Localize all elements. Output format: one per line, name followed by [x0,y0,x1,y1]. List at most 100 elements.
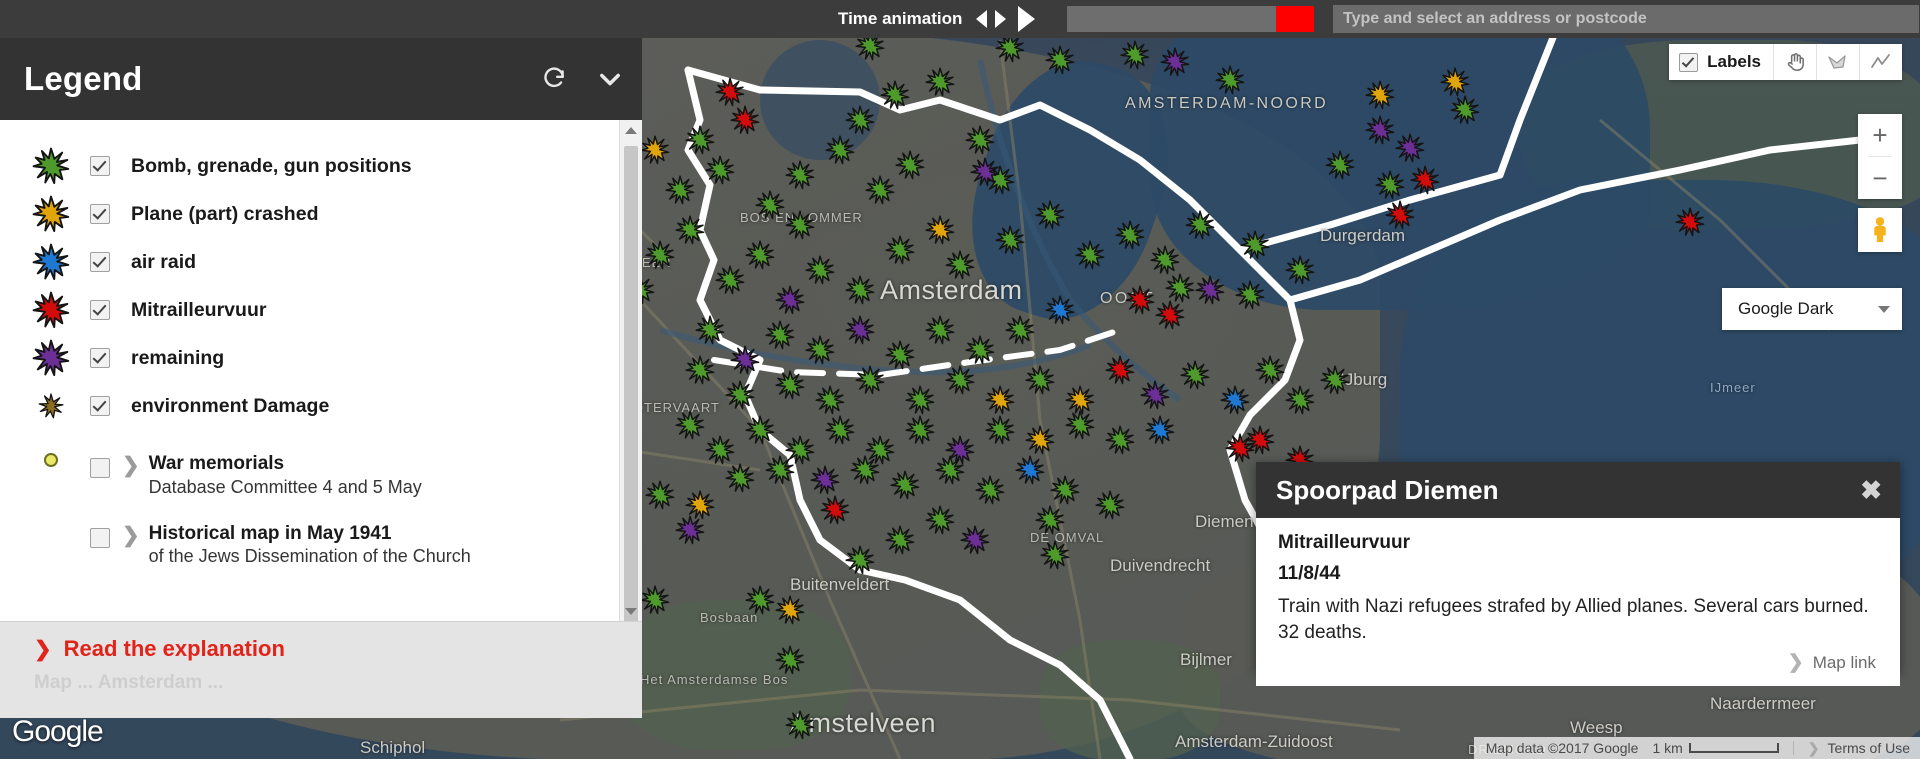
legend-sub-item-title: War memorials [148,453,285,474]
terms-of-use-label: Terms of Use [1827,740,1910,756]
timeline-slider-handle[interactable] [1276,6,1314,32]
legend-item-checkbox[interactable] [90,252,110,272]
star-burst-icon [28,195,74,233]
legend-item-label: remaining [131,346,225,369]
chevron-right-icon: ❯ [34,637,52,661]
close-icon[interactable]: ✖ [1860,477,1882,503]
refresh-icon[interactable] [542,66,568,92]
legend-sub-item-checkbox[interactable] [90,458,110,478]
time-animation-controls: Time animation [838,0,1036,38]
zoom-in-button[interactable]: + [1858,114,1902,156]
labels-toggle[interactable]: Labels [1669,44,1773,80]
map-park-area [620,600,850,750]
legend-item-row[interactable]: Mitrailleurvuur [0,286,620,334]
legend-scrollbar[interactable] [619,120,642,621]
chevron-right-icon[interactable]: ❯ [122,455,140,476]
search-input[interactable] [1333,5,1919,33]
map-tools-toolbar: Labels [1669,44,1902,80]
legend-sub-item-row[interactable]: ❯ War memorials Database Committee 4 and 5… [0,452,620,500]
legend-item-label: environment Damage [131,394,330,417]
legend-sub-item-description: of the Jews Dissemination of the Church [148,546,471,567]
polygon-draw-icon[interactable] [1816,44,1859,80]
legend-item-label: Plane (part) crashed [131,202,319,225]
popup-body: Mitrailleurvuur 11/8/44 Train with Nazi … [1256,518,1900,686]
chevron-down-icon [1878,305,1890,313]
legend-sub-item-description: Database Committee 4 and 5 May [148,476,422,497]
legend-item-row[interactable]: Bomb, grenade, gun positions [0,142,620,190]
read-explanation-label: Read the explanation [63,636,285,661]
legend-item-checkbox[interactable] [90,396,110,416]
divider [1792,741,1794,755]
labels-label: Labels [1707,52,1761,71]
star-burst-icon [28,243,74,281]
chevron-right-icon: ❯ [1787,652,1804,673]
legend-panel: Legend Bomb, grenade, gun positions Plane [0,38,642,718]
line-draw-icon[interactable] [1859,44,1902,80]
popup-category: Mitrailleurvuur [1278,532,1410,553]
map-park-area [1040,640,1220,759]
map-scale-bar: 1 km [1652,740,1779,756]
legend-item-row[interactable]: Plane (part) crashed [0,190,620,238]
triangle-right-icon[interactable] [995,10,1007,28]
legend-item-row[interactable]: air raid [0,238,620,286]
triangle-left-icon[interactable] [976,10,988,28]
popup-header: Spoorpad Diemen ✖ [1256,462,1900,518]
legend-item-label: air raid [131,250,197,273]
popup-date: 11/8/44 [1278,563,1341,584]
top-toolbar: Time animation [0,0,1920,38]
chevron-down-icon[interactable] [596,65,624,93]
map-attribution-bar: Map data ©2017 Google 1 km ❯ Terms of Us… [1473,737,1920,759]
star-burst-icon [28,147,74,185]
google-logo: Google [12,715,104,748]
scroll-up-arrow-icon[interactable] [620,120,642,140]
map-link-label: Map link [1812,652,1876,672]
pan-hand-icon[interactable] [1773,44,1816,80]
scroll-down-arrow-icon[interactable] [620,601,642,621]
legend-scrollbar-thumb[interactable] [624,146,638,621]
legend-item-checkbox[interactable] [90,300,110,320]
page-title: Legend [24,60,143,97]
legend-footer: ❯ Read the explanation Map ... Amsterdam… [0,621,642,718]
timeline-slider-track[interactable] [1067,6,1314,32]
legend-body: Bomb, grenade, gun positions Plane (part)… [0,120,642,621]
legend-sub-item-list: ❯ War memorials Database Committee 4 and 5… [0,452,620,569]
map-data-credit: Map data ©2017 Google [1485,740,1639,756]
legend-item-checkbox[interactable] [90,204,110,224]
legend-item-row[interactable]: environment Damage [0,382,620,430]
time-animation-label: Time animation [838,9,963,28]
street-view-pegman-icon[interactable] [1858,208,1902,252]
legend-item-checkbox[interactable] [90,156,110,176]
feature-info-popup: Spoorpad Diemen ✖ Mitrailleurvuur 11/8/4… [1256,462,1900,686]
map-type-label: Google Dark [1738,299,1834,318]
read-explanation-link[interactable]: ❯ Read the explanation [34,636,642,662]
map-link-button[interactable]: ❯ Map link [1788,651,1876,674]
legend-item-label: Bomb, grenade, gun positions [131,154,412,177]
zoom-controls: + − [1858,114,1902,199]
legend-header: Legend [0,38,642,120]
map-event-marker[interactable] [1120,40,1150,70]
labels-checkbox[interactable] [1679,52,1699,72]
legend-footer-next-item[interactable]: Map ... Amsterdam ... [34,672,642,694]
star-burst-small-icon [28,393,74,419]
legend-item-checkbox[interactable] [90,348,110,368]
map-water-body [760,40,880,160]
chevron-right-icon[interactable]: ❯ [122,525,140,546]
application-root: SpaarnwoudeAMSTERDAM-NOORDDurgerdamIJmee… [0,0,1920,759]
popup-description: Train with Nazi refugees strafed by Alli… [1278,596,1869,643]
legend-item-list: Bomb, grenade, gun positions Plane (part)… [0,120,620,430]
zoom-out-button[interactable]: − [1858,157,1902,199]
legend-sub-item-row[interactable]: ❯ Historical map in May 1941 of the Jews D… [0,522,620,570]
popup-title: Spoorpad Diemen [1276,474,1499,505]
star-burst-icon [28,339,74,377]
legend-item-label: Mitrailleurvuur [131,298,267,321]
legend-sub-item-checkbox[interactable] [90,527,110,548]
map-type-selector[interactable]: Google Dark [1722,288,1902,330]
legend-item-row[interactable]: remaining [0,334,620,382]
star-burst-icon [28,291,74,329]
map-scale-line [1688,743,1779,753]
legend-sub-item-title: Historical map in May 1941 [148,522,392,544]
play-icon[interactable] [1018,6,1036,32]
map-scale-label: 1 km [1652,740,1683,756]
terms-of-use-link[interactable]: ❯ Terms of Use [1808,740,1910,757]
chevron-right-icon: ❯ [1807,739,1820,756]
